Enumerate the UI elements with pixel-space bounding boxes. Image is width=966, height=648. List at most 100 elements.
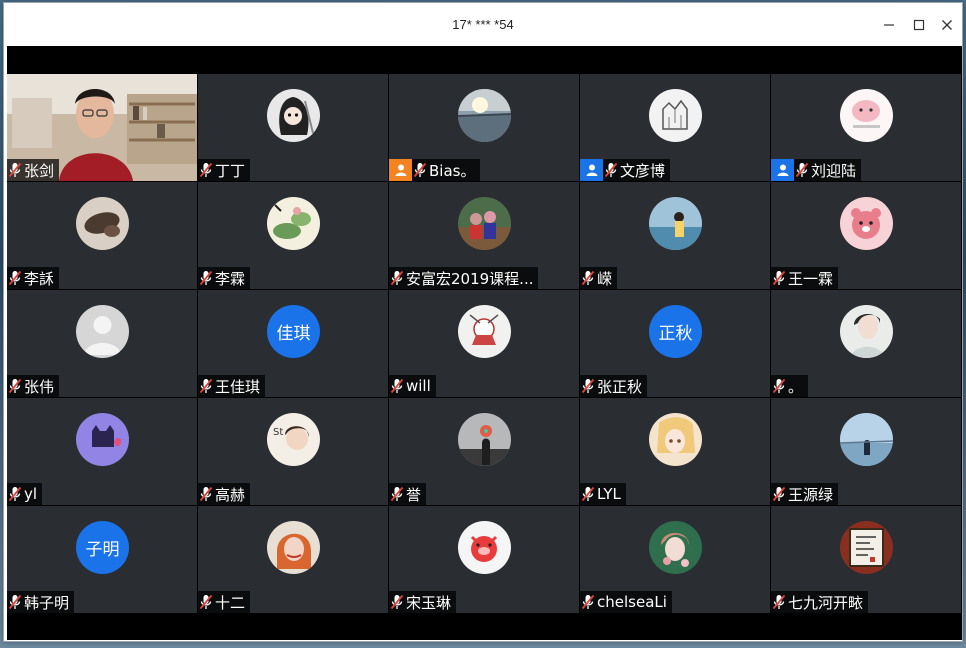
participant-tile[interactable]: LYL — [580, 398, 770, 505]
participant-tile[interactable]: 佳琪 王佳琪 — [198, 290, 388, 397]
group-photo — [458, 197, 511, 250]
participant-tile[interactable]: 。 — [771, 290, 961, 397]
mic-muted-icon — [390, 378, 404, 394]
participant-tile[interactable]: chelseaLi — [580, 506, 770, 613]
minimize-button[interactable] — [876, 12, 902, 38]
riverside-photo — [840, 413, 893, 466]
participant-name-tag: 李訸 — [7, 267, 60, 289]
participant-tile[interactable]: 嵘 — [580, 182, 770, 289]
mic-muted-icon — [199, 378, 213, 394]
mic-muted-icon — [390, 486, 404, 502]
participant-tile[interactable]: 张伟 — [7, 290, 197, 397]
user-icon — [586, 164, 597, 176]
participant-name: 安富宏2019课程... — [406, 269, 534, 288]
participant-tile[interactable]: 誉 — [389, 398, 579, 505]
participant-tile[interactable]: 李霖 — [198, 182, 388, 289]
participant-name: 张伟 — [24, 377, 55, 396]
participant-name: 张剑 — [24, 161, 55, 180]
seaside-girl-photo — [649, 197, 702, 250]
participant-tile[interactable]: 安富宏2019课程... — [389, 182, 579, 289]
mic-muted-indicator — [580, 591, 596, 613]
cohost-badge — [389, 159, 412, 181]
mic-muted-indicator — [198, 159, 214, 181]
participant-name-tag: 王源绿 — [771, 483, 839, 505]
minimize-icon — [884, 24, 894, 26]
participant-name-tag: yl — [7, 483, 43, 505]
mic-muted-icon — [8, 486, 22, 502]
participant-tile[interactable]: 文彦博 — [580, 74, 770, 181]
participant-tile[interactable]: will — [389, 290, 579, 397]
mic-muted-indicator — [7, 483, 23, 505]
mic-muted-icon — [8, 270, 22, 286]
participant-name-tag: 文彦博 — [580, 159, 671, 181]
participant-name: 嵘 — [597, 269, 613, 288]
meeting-window: 17* *** *54 张剑 丁丁 Bias。 文彦博 刘迎陆 李訸 李霖 安富宏2019课程… — [3, 2, 963, 642]
castle-sketch-icon — [649, 89, 702, 142]
mic-muted-icon — [581, 486, 595, 502]
maximize-button[interactable] — [906, 12, 932, 38]
participant-tile[interactable]: 刘迎陆 — [771, 74, 961, 181]
participant-tile[interactable]: 宋玉琳 — [389, 506, 579, 613]
participant-name-tag: 宋玉琳 — [389, 591, 457, 613]
participant-name: 韩子明 — [24, 593, 70, 612]
pink-bear-icon — [840, 197, 893, 250]
mic-muted-icon — [199, 486, 213, 502]
participant-name: 张正秋 — [597, 377, 643, 396]
participant-tile[interactable]: 十二 — [198, 506, 388, 613]
participant-name-tag: LYL — [580, 483, 626, 505]
participant-name-tag: 王佳琪 — [198, 375, 266, 397]
participant-tile[interactable]: 张剑 — [7, 74, 197, 181]
mic-muted-indicator — [389, 375, 405, 397]
participant-tile[interactable]: 王源绿 — [771, 398, 961, 505]
user-icon — [395, 164, 406, 176]
participant-name: 刘迎陆 — [811, 161, 857, 180]
dark-object-photo — [76, 197, 129, 250]
mic-muted-indicator — [794, 159, 810, 181]
mic-muted-icon — [199, 594, 213, 610]
participant-tile[interactable]: 王一霖 — [771, 182, 961, 289]
participant-tile[interactable]: 丁丁 — [198, 74, 388, 181]
participant-tile[interactable]: 李訸 — [7, 182, 197, 289]
participant-name-tag: 李霖 — [198, 267, 251, 289]
mic-muted-icon — [8, 162, 22, 178]
participant-name-tag: 王一霖 — [771, 267, 839, 289]
child-photo: St — [267, 413, 320, 466]
participant-name-tag: 韩子明 — [7, 591, 75, 613]
participant-tile[interactable]: St 高赫 — [198, 398, 388, 505]
participant-tile[interactable]: 七九河开畩 — [771, 506, 961, 613]
participant-name-tag: 七九河开畩 — [771, 591, 869, 613]
close-icon — [942, 20, 952, 30]
purple-cat-icon — [76, 413, 129, 466]
lotus-painting-icon — [267, 197, 320, 250]
mic-muted-icon — [772, 486, 786, 502]
flower-girl-icon — [649, 521, 702, 574]
participant-tile[interactable]: yl — [7, 398, 197, 505]
mic-muted-icon — [772, 378, 786, 394]
mic-muted-icon — [772, 594, 786, 610]
mic-muted-indicator — [771, 267, 787, 289]
participant-name-tag: 张正秋 — [580, 375, 648, 397]
participant-tile[interactable]: 子明 韩子明 — [7, 506, 197, 613]
mic-muted-indicator — [771, 591, 787, 613]
participant-name: will — [406, 377, 431, 395]
mic-muted-icon — [795, 162, 809, 178]
mic-muted-icon — [390, 594, 404, 610]
participant-name-tag: 安富宏2019课程... — [389, 267, 539, 289]
mic-muted-icon — [8, 378, 22, 394]
participant-name: 王一霖 — [788, 269, 834, 288]
girl-portrait-photo — [840, 305, 893, 358]
calligraphy-frame-icon — [840, 521, 893, 574]
participant-tile[interactable]: 正秋 张正秋 — [580, 290, 770, 397]
participant-tile[interactable]: Bias。 — [389, 74, 579, 181]
user-icon — [777, 164, 788, 176]
participant-name-tag: Bias。 — [389, 159, 481, 181]
close-button[interactable] — [934, 12, 960, 38]
mic-muted-indicator — [580, 375, 596, 397]
text-avatar: 正秋 — [649, 305, 702, 358]
participant-name: 高赫 — [215, 485, 246, 504]
video-stage: 张剑 丁丁 Bias。 文彦博 刘迎陆李訸 李霖 安富宏2019课程... 嵘 王一霖张伟 佳琪王… — [7, 46, 962, 640]
participant-name: 七九河开畩 — [788, 593, 864, 612]
host-badge — [771, 159, 794, 181]
mic-muted-icon — [199, 162, 213, 178]
participant-name-tag: 张剑 — [7, 159, 60, 181]
